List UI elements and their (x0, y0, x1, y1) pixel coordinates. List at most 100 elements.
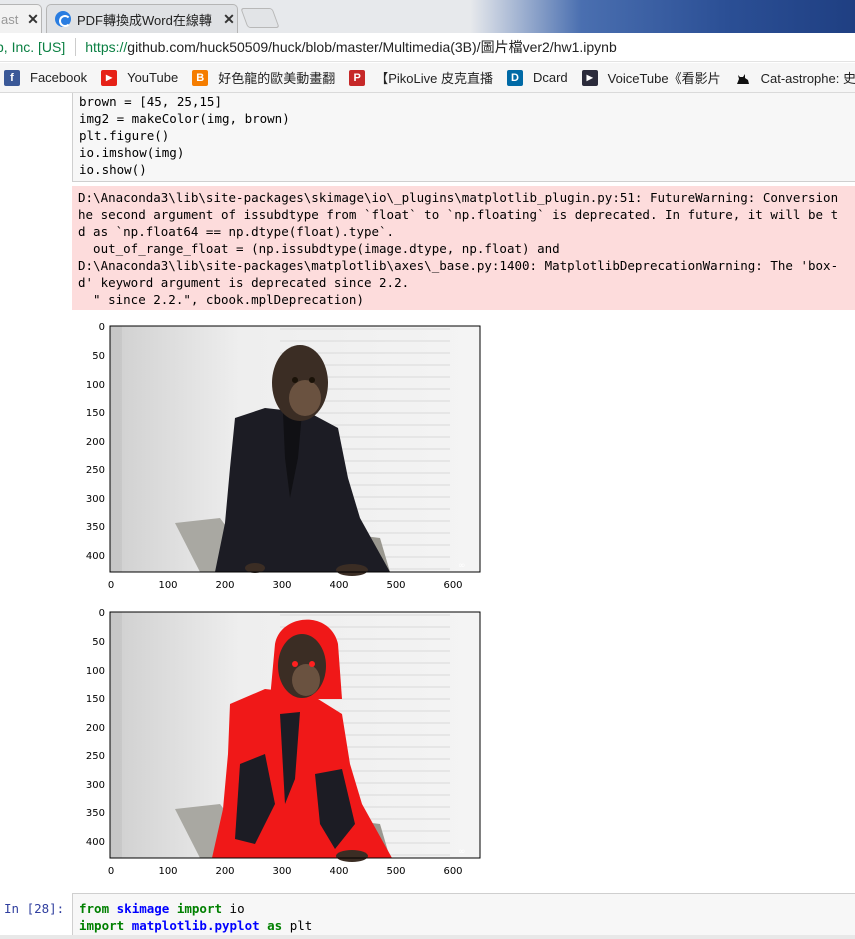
y-tick-label: 200 (86, 723, 105, 734)
stderr-line: d as `np.float64 == np.dtype(float).type… (78, 224, 395, 239)
stderr-line: he second argument of issubdtype from `f… (78, 207, 839, 222)
tab-previous-label: ast (1, 11, 19, 27)
y-axis: 0 50 100 150 200 250 300 350 400 (86, 608, 105, 848)
bookmark-dcard[interactable]: D Dcard (506, 69, 568, 86)
close-icon[interactable]: ✕ (221, 11, 237, 28)
y-tick-label: 150 (86, 408, 105, 419)
stderr-line: D:\Anaconda3\lib\site-packages\matplotli… (78, 258, 839, 273)
close-icon[interactable]: ✕ (25, 11, 41, 28)
keyword: import (176, 901, 223, 916)
blogger-icon: B (192, 69, 209, 86)
y-tick-label: 350 (86, 522, 105, 533)
x-tick-label: 0 (108, 580, 114, 591)
code-line: brown = [45, 25,15] (79, 94, 222, 109)
y-tick-label: 400 (86, 551, 105, 562)
y-tick-label: 350 (86, 808, 105, 819)
bookmark-pikolive[interactable]: P 【PikoLive 皮克直播 (349, 68, 493, 87)
code-line: io.imshow(img) (79, 145, 185, 160)
bookmark-label: 好色龍的歐美動畫翻 (218, 71, 336, 86)
y-tick-label: 300 (86, 780, 105, 791)
code-cell-input[interactable]: brown = [45, 25,15] img2 = makeColor(img,… (72, 93, 855, 182)
module-name: matplotlib.pyplot (131, 918, 260, 933)
x-tick-label: 400 (329, 866, 348, 877)
x-tick-label: 300 (272, 866, 291, 877)
address-bar[interactable]: b, Inc. [US] https:// github.com/huck505… (0, 33, 855, 62)
keyword: as (267, 918, 283, 933)
y-tick-label: 250 (86, 751, 105, 762)
x-tick-label: 600 (443, 580, 462, 591)
address-separator (75, 38, 77, 56)
code-line: from skimage import io (79, 900, 855, 917)
svg-text:∞: ∞ (458, 561, 466, 571)
y-tick-label: 150 (86, 694, 105, 705)
tab-pdf-converter[interactable]: PDF轉換成Word在線轉 ✕ (46, 4, 238, 33)
stderr-line: " since 2.2.", cbook.mplDeprecation) (78, 292, 364, 307)
svg-text:∞: ∞ (458, 847, 466, 857)
bookmark-label: VoiceTube《看影片 (607, 71, 721, 86)
code-line: img2 = makeColor(img, brown) (79, 111, 290, 126)
y-tick-label: 0 (99, 322, 105, 333)
bookmark-blogger[interactable]: B 好色龍的歐美動畫翻 (192, 68, 335, 87)
identifier: plt (289, 918, 313, 933)
x-tick-label: 300 (272, 580, 291, 591)
y-axis: 0 50 100 150 200 250 300 350 400 (86, 322, 105, 562)
y-tick-label: 100 (86, 666, 105, 677)
dcard-icon: D (506, 69, 523, 86)
module-name: skimage (116, 901, 170, 916)
tab-pdf-converter-label: PDF轉換成Word在線轉 (77, 12, 212, 28)
x-tick-label: 600 (443, 866, 462, 877)
x-tick-label: 500 (386, 866, 405, 877)
x-tick-label: 500 (386, 580, 405, 591)
image-panel: ∞ (110, 326, 480, 576)
voicetube-icon: ▶ (581, 69, 598, 86)
new-tab-button[interactable] (240, 8, 280, 28)
ev-certificate-label[interactable]: b, Inc. [US] (0, 39, 65, 55)
x-axis: 0 100 200 300 400 500 600 (108, 866, 463, 877)
bookmark-youtube[interactable]: ▶ YouTube (101, 69, 179, 86)
keyword: from (79, 901, 110, 916)
code-line: io.show() (79, 162, 147, 177)
code-line: import matplotlib.pyplot as plt (79, 917, 855, 934)
x-tick-label: 200 (215, 866, 234, 877)
stderr-output: D:\Anaconda3\lib\site-packages\skimage\i… (72, 186, 855, 310)
url-scheme: https:// (85, 39, 128, 55)
youtube-icon: ▶ (101, 69, 118, 86)
bookmark-label: YouTube (127, 70, 179, 85)
x-tick-label: 200 (215, 580, 234, 591)
bookmarks-bar: f Facebook ▶ YouTube B 好色龍的歐美動畫翻 P 【Piko… (0, 63, 855, 93)
tab-previous[interactable]: ast ✕ (0, 4, 42, 33)
bookmark-label: Cat-astrophe: 史帝 (760, 71, 855, 86)
y-tick-label: 400 (86, 837, 105, 848)
identifier: io (229, 901, 245, 916)
image-panel: ∞ (110, 612, 480, 862)
code-cell-input-28[interactable]: from skimage import io import matplotlib.… (72, 893, 855, 937)
bookmark-voicetube[interactable]: ▶ VoiceTube《看影片 (581, 68, 721, 87)
x-tick-label: 100 (158, 580, 177, 591)
bookmark-label: 【PikoLive 皮克直播 (375, 71, 493, 86)
converter-favicon-icon (55, 11, 71, 27)
x-axis: 0 100 200 300 400 500 600 (108, 580, 463, 591)
keyword: import (79, 918, 125, 933)
y-tick-label: 300 (86, 494, 105, 505)
y-tick-label: 100 (86, 380, 105, 391)
y-tick-label: 250 (86, 465, 105, 476)
bookmark-label: Facebook (30, 70, 88, 85)
pikolive-icon: P (349, 69, 366, 86)
x-tick-label: 0 (108, 866, 114, 877)
bookmark-cat-astrophe[interactable]: Cat-astrophe: 史帝 (735, 68, 855, 87)
tab-strip: ast ✕ PDF轉換成Word在線轉 ✕ (0, 0, 855, 33)
stderr-line: D:\Anaconda3\lib\site-packages\skimage\i… (78, 190, 839, 205)
url-path: github.com/huck50509/huck/blob/master/Mu… (127, 39, 617, 55)
y-tick-label: 200 (86, 437, 105, 448)
figure-recolored-image: ∞ 0 50 100 150 200 250 300 350 400 0 100… (86, 608, 481, 877)
y-tick-label: 50 (92, 351, 105, 362)
x-tick-label: 400 (329, 580, 348, 591)
figure-original-image: ∞ 0 50 100 150 200 250 300 350 400 0 100… (86, 322, 481, 591)
code-line: plt.figure() (79, 128, 170, 143)
x-tick-label: 100 (158, 866, 177, 877)
facebook-icon: f (4, 69, 20, 86)
stderr-line: d' keyword argument is deprecated since … (78, 275, 410, 290)
bookmark-facebook[interactable]: f Facebook (4, 69, 88, 86)
y-tick-label: 50 (92, 637, 105, 648)
stderr-line: out_of_range_float = (np.issubdtype(imag… (78, 241, 560, 256)
